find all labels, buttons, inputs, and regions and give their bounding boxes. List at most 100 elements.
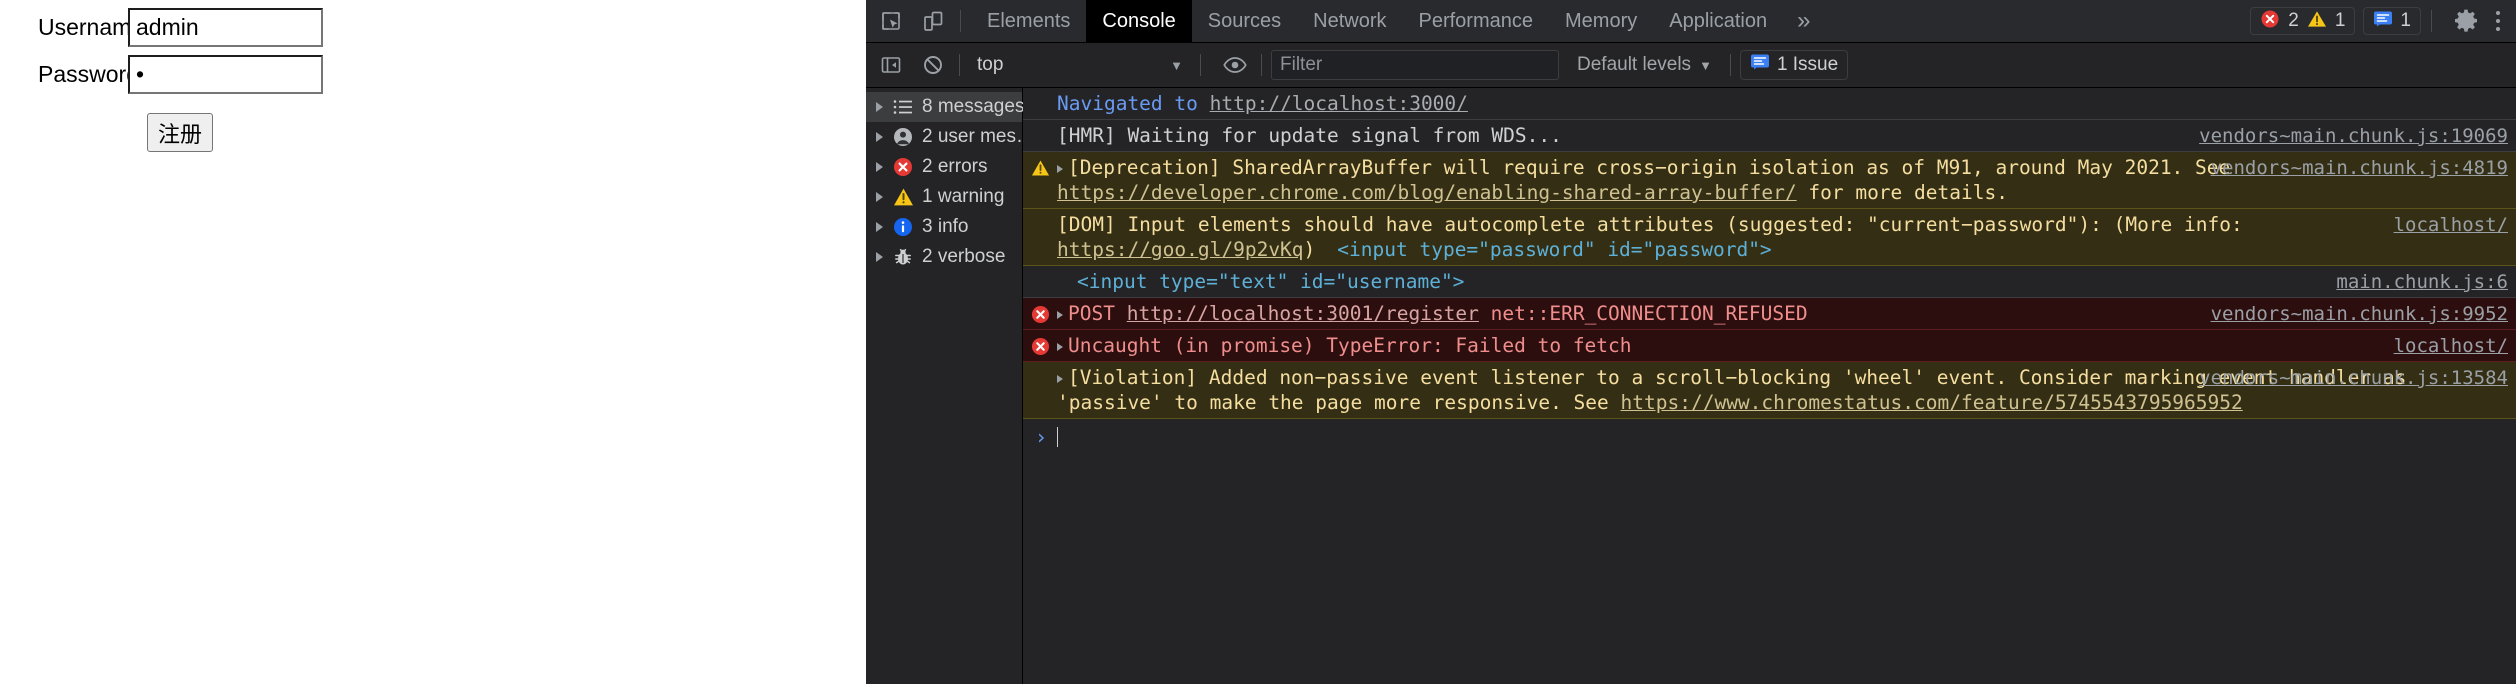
chevron-down-icon: ▼ [1699,57,1712,73]
expand-triangle-icon[interactable] [876,102,883,112]
issues-bar-label: 1 Issue [1776,54,1839,75]
bug-icon [892,247,914,267]
expand-triangle-icon[interactable] [1057,310,1063,319]
console-message-dom-autocomplete[interactable]: [DOM] Input elements should have autocom… [1023,209,2516,266]
clear-console-icon[interactable] [916,50,950,80]
console-message-list[interactable]: Navigated to http://localhost:3000/ [HMR… [1023,88,2516,684]
tab-sources[interactable]: Sources [1192,0,1297,42]
sidebar-item-label: 2 verbose [922,246,1006,267]
sidebar-item-label: 3 info [922,216,969,237]
tab-console[interactable]: Console [1086,0,1192,42]
error-count-value: 2 [2288,10,2299,31]
console-sidebar-toggle-icon[interactable] [874,50,908,80]
log-levels-select[interactable]: Default levels ▼ [1577,54,1712,76]
console-message-hmr[interactable]: [HMR] Waiting for update signal from WDS… [1023,120,2516,152]
tab-application[interactable]: Application [1653,0,1783,42]
expand-triangle-icon[interactable] [1057,342,1063,351]
execution-context-select[interactable]: top ▼ [969,50,1191,80]
more-tabs-button[interactable]: » [1783,0,1824,42]
sidebar-item-info[interactable]: 3 info [866,212,1022,242]
console-message-post-failed[interactable]: POST http://localhost:3001/register net:… [1023,298,2516,330]
warning-icon [1029,157,1051,179]
tab-elements[interactable]: Elements [971,0,1086,42]
console-message-violation[interactable]: [Violation] Added non−passive event list… [1023,362,2516,419]
info-icon [892,217,914,237]
dom-warning-more-info-link[interactable]: https://goo.gl/9p2vKq [1057,238,1304,261]
devtools-panel: Elements Console Sources Network Perform… [866,0,2516,684]
message-text: Uncaught (in promise) TypeError: Failed … [1023,333,2516,358]
password-row: Password • [38,55,323,94]
message-source-link[interactable]: main.chunk.js:6 [2336,270,2508,295]
console-toolbar-divider-2 [1200,54,1201,76]
message-source-link[interactable]: localhost/ [2394,213,2508,238]
warning-count-icon [2307,9,2327,33]
console-message-typeerror[interactable]: Uncaught (in promise) TypeError: Failed … [1023,330,2516,362]
issues-icon [1750,53,1770,77]
error-count-icon [2260,9,2280,33]
issues-bar-button[interactable]: 1 Issue [1739,50,1849,80]
chevron-down-icon: ▼ [1170,57,1183,73]
sidebar-item-user-messages[interactable]: 2 user mes… [866,122,1035,152]
dom-warning-suffix: ) [1303,238,1316,261]
tab-performance[interactable]: Performance [1403,0,1550,42]
console-prompt[interactable]: › [1023,419,2516,459]
issues-counter[interactable]: 1 [2363,7,2421,35]
console-message-navigated[interactable]: Navigated to http://localhost:3000/ [1023,88,2516,120]
console-toolbar-divider-3 [1261,54,1262,76]
register-submit-button[interactable]: 注册 [147,113,213,152]
username-input[interactable]: admin [128,8,323,47]
message-source-link[interactable]: localhost/ [2394,334,2508,359]
sidebar-item-errors[interactable]: 2 errors [866,152,1022,182]
console-body: 8 messages 2 user mes… 2 errors 1 warnin… [866,88,2516,684]
password-label: Password [38,61,139,87]
console-filter-input[interactable] [1271,50,1559,80]
inspect-element-icon[interactable] [874,4,908,38]
expand-triangle-icon[interactable] [1057,374,1063,383]
message-source-link[interactable]: vendors~main.chunk.js:19069 [2199,124,2508,149]
post-url-link[interactable]: http://localhost:3001/register [1127,302,1479,325]
prompt-caret-icon: › [1035,425,1048,449]
warning-count-value: 1 [2334,10,2346,31]
more-options-icon[interactable] [2484,3,2512,39]
device-toolbar-icon[interactable] [916,4,950,38]
console-message-deprecation[interactable]: [Deprecation] SharedArrayBuffer will req… [1023,152,2516,209]
issues-icon [2373,10,2393,32]
sidebar-item-messages[interactable]: 8 messages [866,92,1025,122]
sidebar-item-warnings[interactable]: 1 warning [866,182,1022,212]
tab-network[interactable]: Network [1297,0,1402,42]
tab-memory[interactable]: Memory [1549,0,1653,42]
error-warning-counter[interactable]: 2 1 [2250,7,2356,35]
message-source-link[interactable]: vendors~main.chunk.js:13584 [2199,366,2508,391]
console-toolbar-divider-1 [959,54,960,76]
sidebar-item-label: 2 user mes… [922,126,1035,147]
expand-triangle-icon[interactable] [876,252,883,262]
screen: Username admin Password • 注册 Elements Co… [0,0,2516,684]
dom-warning-prefix: [DOM] Input elements should have autocom… [1057,213,2255,236]
username-input-value: admin [136,14,199,40]
message-source-link[interactable]: vendors~main.chunk.js:4819 [2211,156,2508,181]
sidebar-item-label: 8 messages [922,96,1025,117]
violation-doc-link[interactable]: https://www.chromestatus.com/feature/574… [1621,391,2243,414]
devtools-tabbar: Elements Console Sources Network Perform… [866,0,2516,43]
expand-triangle-icon[interactable] [876,132,883,142]
expand-triangle-icon[interactable] [876,222,883,232]
tabbar-divider-2 [2431,10,2432,32]
deprecation-doc-link[interactable]: https://developer.chrome.com/blog/enabli… [1057,181,1797,204]
password-input[interactable]: • [128,55,323,94]
execution-context-value: top [977,54,1004,75]
sidebar-item-verbose[interactable]: 2 verbose [866,242,1022,272]
console-message-username-input[interactable]: <input type="text" id="username"> main.c… [1023,266,2516,298]
username-label: Username [38,14,145,40]
typeerror-text: Uncaught (in promise) TypeError: Failed … [1068,334,1632,357]
issues-count-value: 1 [2400,10,2411,31]
expand-triangle-icon[interactable] [876,162,883,172]
message-source-link[interactable]: vendors~main.chunk.js:9952 [2211,302,2508,327]
error-icon [892,157,914,177]
expand-triangle-icon[interactable] [876,192,883,202]
live-expression-icon[interactable] [1218,50,1252,80]
log-levels-label: Default levels [1577,54,1692,75]
console-toolbar: top ▼ Default levels ▼ [866,43,2516,88]
navigated-url-link[interactable]: http://localhost:3000/ [1210,92,1468,115]
expand-triangle-icon[interactable] [1057,164,1063,173]
settings-gear-icon[interactable] [2448,3,2484,39]
